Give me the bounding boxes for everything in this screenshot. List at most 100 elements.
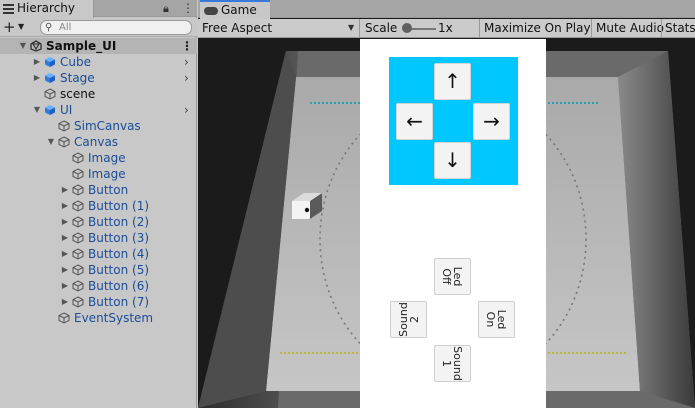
sound-1-label-line1: Sound — [451, 346, 465, 381]
hierarchy-row[interactable]: ▼ Sample_UI ⋮ — [0, 38, 197, 54]
expand-right-arrow-icon[interactable]: ▶ — [60, 214, 70, 230]
gamepad-icon — [204, 6, 218, 15]
hierarchy-list-icon — [3, 2, 14, 16]
hierarchy-row-label: Canvas — [74, 135, 119, 149]
expand-right-arrow-icon[interactable]: ▶ — [60, 294, 70, 310]
hierarchy-row-label: Button (7) — [88, 295, 150, 309]
gameobject-cube-icon — [58, 120, 70, 132]
hierarchy-row[interactable]: ▶ Button (5) — [0, 262, 197, 278]
gameobject-cube-icon — [72, 152, 84, 164]
hierarchy-panel: Hierarchy 🔒︎ ⋮ + ▼ ⚲ All ▼ Sample_UI ⋮ ▶ Cub… — [0, 0, 197, 408]
stats-toggle[interactable]: Stats — [661, 19, 695, 38]
gameobject-cube-icon — [58, 312, 70, 324]
hierarchy-row-label: UI — [60, 103, 73, 117]
hierarchy-row-label: Cube — [60, 55, 91, 69]
hierarchy-row[interactable]: Image — [0, 166, 197, 182]
chevron-right-icon[interactable]: › — [184, 70, 189, 86]
sound-2-label-line1: Sound — [396, 302, 410, 337]
scale-value: 1x — [438, 21, 453, 35]
game-tab[interactable]: Game — [200, 0, 270, 19]
hierarchy-row[interactable]: ▶ Button (4) — [0, 246, 197, 262]
game-toolbar: Free Aspect ▼ Scale 1x Maximize On Play … — [198, 19, 695, 38]
hierarchy-toolbar: + ▼ ⚲ All — [0, 18, 197, 37]
hierarchy-row[interactable]: ▶ Button (1) — [0, 198, 197, 214]
hierarchy-row-label: Image — [88, 167, 126, 181]
hierarchy-tab-bar: Hierarchy 🔒︎ ⋮ — [0, 0, 197, 18]
expand-down-arrow-icon[interactable]: ▼ — [18, 38, 28, 54]
expand-right-arrow-icon[interactable]: ▶ — [32, 70, 42, 86]
hierarchy-row[interactable]: ▼ UI › — [0, 102, 197, 118]
lock-icon[interactable]: 🔒︎ — [163, 2, 169, 16]
sound-1-label-line2: 1 — [440, 360, 454, 367]
gameobject-cube-icon — [72, 184, 84, 196]
led-on-label-line2: On — [484, 311, 498, 328]
hierarchy-row[interactable]: SimCanvas — [0, 118, 197, 134]
expand-right-arrow-icon[interactable]: ▶ — [60, 246, 70, 262]
hierarchy-row-label: SimCanvas — [74, 119, 141, 133]
down-arrow-button[interactable]: ↓ — [434, 142, 471, 179]
hierarchy-tab[interactable]: Hierarchy — [0, 0, 94, 18]
sound-1-button[interactable]: Sound 1 — [434, 345, 471, 382]
hierarchy-row[interactable]: ▶ Button (7) — [0, 294, 197, 310]
hierarchy-row-label: scene — [60, 87, 96, 101]
expand-right-arrow-icon[interactable]: ▶ — [60, 182, 70, 198]
hierarchy-row[interactable]: scene — [0, 86, 197, 102]
hierarchy-row-label: Stage — [60, 71, 95, 85]
hierarchy-row-label: Button (1) — [88, 199, 150, 213]
prefab-cube-icon — [45, 57, 55, 67]
hierarchy-row[interactable]: ▶ Button (6) — [0, 278, 197, 294]
chevron-right-icon[interactable]: › — [184, 54, 189, 70]
led-on-button[interactable]: Led On — [478, 301, 515, 338]
aspect-dropdown[interactable]: Free Aspect ▼ — [202, 19, 358, 38]
expand-right-arrow-icon[interactable]: ▶ — [60, 230, 70, 246]
game-panel: Game Free Aspect ▼ Scale 1x Maximize On … — [198, 0, 695, 408]
right-arrow-button[interactable]: → — [473, 103, 510, 140]
kebab-menu-icon[interactable]: ⋮ — [181, 38, 193, 54]
expand-right-arrow-icon[interactable]: ▶ — [60, 278, 70, 294]
search-placeholder: All — [59, 22, 72, 33]
led-off-label-line1: Led — [451, 266, 465, 287]
led-off-button[interactable]: Led Off — [434, 258, 471, 295]
hierarchy-row-label: Image — [88, 151, 126, 165]
search-input[interactable]: ⚲ All — [40, 20, 192, 35]
hierarchy-row[interactable]: ▶ Cube › — [0, 54, 197, 70]
chevron-right-icon[interactable]: › — [184, 102, 189, 118]
hierarchy-row[interactable]: ▶ Button (2) — [0, 214, 197, 230]
prefab-cube-icon — [45, 73, 55, 83]
hierarchy-row[interactable]: EventSystem — [0, 310, 197, 326]
mute-audio-label: Mute Audio — [596, 21, 664, 35]
maximize-on-play-label: Maximize On Play — [484, 21, 591, 35]
dpad-panel: ↑ ← → ↓ — [389, 57, 518, 185]
gameobject-cube-icon — [72, 248, 84, 260]
hierarchy-row[interactable]: ▶ Button (3) — [0, 230, 197, 246]
scale-label: Scale — [365, 21, 398, 35]
sound-2-button[interactable]: Sound 2 — [390, 301, 427, 338]
maximize-on-play-toggle[interactable]: Maximize On Play — [479, 19, 591, 38]
expand-right-arrow-icon[interactable]: ▶ — [60, 262, 70, 278]
kebab-menu-icon[interactable]: ⋮ — [182, 1, 194, 15]
add-button[interactable]: + — [3, 18, 16, 36]
chevron-down-icon: ▼ — [348, 23, 355, 32]
gameobject-cube-icon — [72, 296, 84, 308]
hierarchy-row[interactable]: ▼ Canvas — [0, 134, 197, 150]
hierarchy-row-label: Button (5) — [88, 263, 150, 277]
hierarchy-row[interactable]: ▶ Stage › — [0, 70, 197, 86]
hierarchy-row-label: Button — [88, 183, 129, 197]
expand-right-arrow-icon[interactable]: ▶ — [60, 198, 70, 214]
up-arrow-button[interactable]: ↑ — [434, 63, 471, 100]
hierarchy-row[interactable]: Image — [0, 150, 197, 166]
chevron-down-icon[interactable]: ▼ — [18, 18, 24, 36]
gameobject-cube-icon — [72, 200, 84, 212]
expand-down-arrow-icon[interactable]: ▼ — [46, 134, 56, 150]
hierarchy-row[interactable]: ▶ Button — [0, 182, 197, 198]
phone-canvas-ui: ↑ ← → ↓ Led Off Sound 2 Led On Sound 1 — [360, 39, 546, 408]
mute-audio-toggle[interactable]: Mute Audio — [591, 19, 664, 38]
expand-right-arrow-icon[interactable]: ▶ — [32, 54, 42, 70]
scale-slider-handle[interactable] — [402, 23, 412, 33]
gameobject-cube-icon — [72, 168, 84, 180]
left-arrow-button[interactable]: ← — [396, 103, 433, 140]
led-off-label-line2: Off — [440, 268, 454, 285]
game-viewport[interactable]: ↑ ← → ↓ Led Off Sound 2 Led On Sound 1 — [198, 39, 695, 408]
hierarchy-row-label: Button (6) — [88, 279, 150, 293]
expand-down-arrow-icon[interactable]: ▼ — [32, 102, 42, 118]
